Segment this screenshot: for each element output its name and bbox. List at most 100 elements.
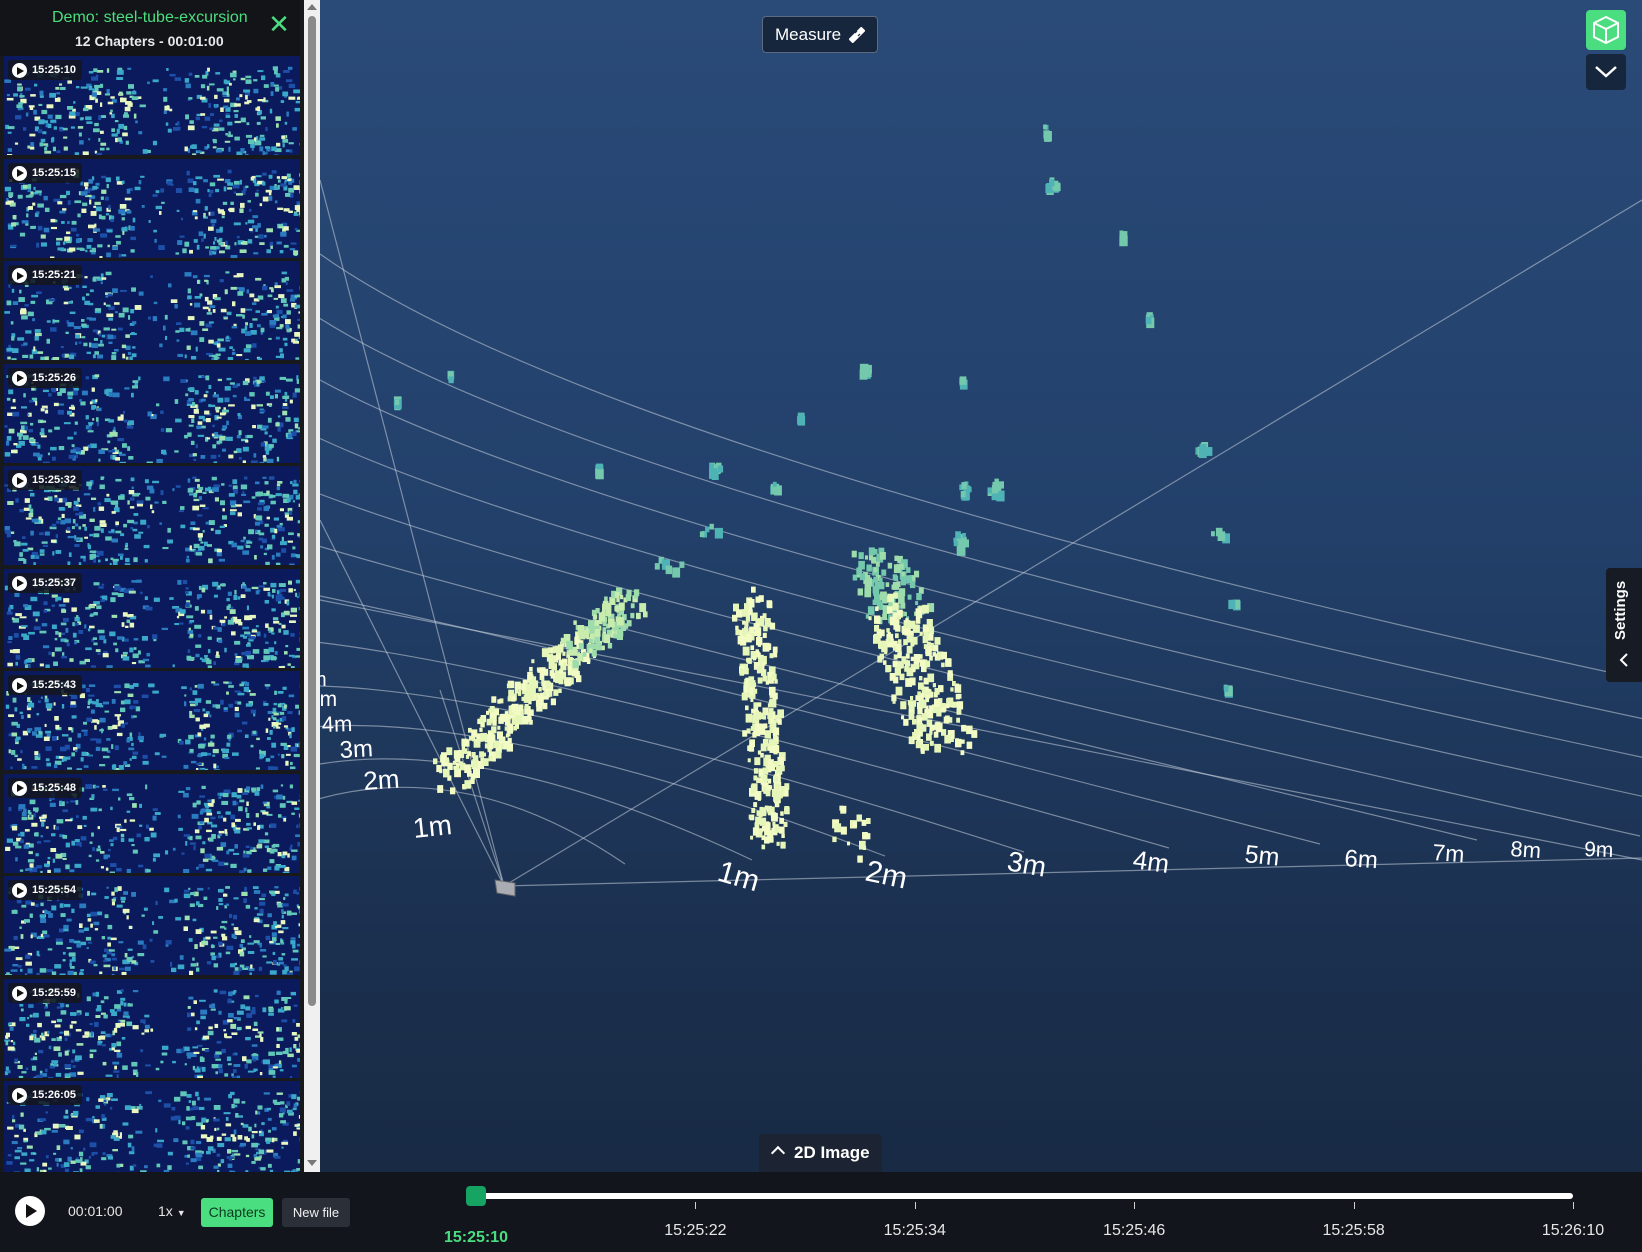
cloud-point	[639, 603, 647, 613]
speed-select[interactable]: 1x ▼	[158, 1203, 186, 1219]
cloud-point	[919, 631, 923, 636]
cloud-point	[905, 653, 910, 659]
scroll-down-arrow[interactable]	[307, 1160, 317, 1166]
chapter-item[interactable]: 15:25:26	[4, 363, 300, 463]
cloud-point	[753, 768, 759, 774]
measure-button[interactable]: Measure	[762, 16, 878, 53]
play-icon[interactable]	[12, 883, 27, 898]
cloud-point	[895, 686, 903, 696]
cloud-point	[498, 716, 504, 724]
cloud-point	[887, 606, 893, 614]
cloud-point	[961, 724, 967, 732]
cloud-point	[603, 634, 611, 644]
cloud-point	[394, 399, 400, 406]
cube-view-button[interactable]	[1586, 10, 1626, 50]
cloud-point	[959, 378, 964, 384]
settings-tab[interactable]: Settings	[1606, 568, 1642, 682]
timeline-tick	[1134, 1202, 1136, 1209]
cloud-point	[616, 597, 620, 603]
chevron-left-icon	[1619, 653, 1628, 667]
cloud-point	[582, 652, 587, 657]
cloud-point	[753, 802, 758, 808]
chapter-item[interactable]: 15:25:32	[4, 466, 300, 565]
play-icon[interactable]	[12, 678, 27, 693]
cloud-point	[960, 491, 966, 498]
cloud-point	[959, 539, 964, 546]
cloud-point	[967, 486, 972, 493]
chapter-item[interactable]: 15:25:15	[4, 158, 300, 258]
cloud-point	[543, 691, 547, 697]
chapter-item[interactable]: 15:25:37	[4, 568, 300, 668]
cloud-point	[903, 718, 909, 726]
chapter-item[interactable]: 15:25:21	[4, 261, 300, 360]
cloud-point	[757, 652, 761, 658]
cloud-point	[764, 730, 771, 739]
2d-image-label: 2D Image	[794, 1143, 870, 1162]
cloud-point	[757, 665, 763, 673]
cloud-point	[665, 565, 673, 575]
play-icon[interactable]	[15, 1196, 45, 1226]
cloud-point	[774, 736, 779, 741]
chapters-button[interactable]: Chapters	[201, 1198, 273, 1227]
timeline-track[interactable]	[476, 1193, 1573, 1199]
cloud-point	[1218, 531, 1225, 540]
cloud-point	[915, 664, 920, 670]
play-icon[interactable]	[12, 473, 27, 488]
cloud-point	[464, 764, 471, 773]
cloud-point	[481, 732, 487, 741]
expand-views-button[interactable]	[1586, 54, 1626, 90]
cloud-point	[558, 659, 563, 666]
scroll-thumb[interactable]	[308, 16, 316, 1006]
chapter-item[interactable]: 15:25:59	[4, 978, 300, 1078]
timeline-tick-label: 15:25:58	[1322, 1222, 1385, 1239]
play-icon[interactable]	[12, 268, 27, 283]
cloud-point	[538, 687, 542, 692]
chapter-item[interactable]: 15:25:43	[4, 671, 300, 770]
timeline-thumb[interactable]	[466, 1186, 486, 1206]
scroll-up-arrow[interactable]	[307, 4, 317, 10]
cloud-point	[586, 659, 591, 664]
play-icon[interactable]	[12, 1088, 27, 1103]
cloud-point	[924, 709, 928, 714]
chapter-item[interactable]: 15:25:48	[4, 773, 300, 873]
2d-image-toggle[interactable]: 2D Image	[759, 1134, 882, 1172]
cloud-point	[900, 578, 906, 586]
cloud-point	[772, 692, 778, 700]
close-icon[interactable]: ✕	[266, 11, 292, 38]
cloud-point	[889, 616, 897, 626]
point-cloud-viewport[interactable]: 1m2m3m4m5m6m7m8m9m1m2m3m4m5mm Measure Se…	[320, 0, 1642, 1172]
play-icon[interactable]	[12, 780, 27, 796]
chapter-item[interactable]: 15:25:10	[4, 56, 300, 155]
cloud-point	[952, 681, 956, 686]
cloud-point	[496, 731, 503, 740]
range-arc	[320, 599, 1642, 861]
play-icon[interactable]	[12, 985, 27, 1001]
cloud-point	[433, 758, 438, 765]
range-arc	[320, 379, 1642, 758]
play-icon[interactable]	[12, 370, 27, 386]
cloud-point	[473, 768, 480, 778]
play-icon[interactable]	[12, 63, 27, 78]
range-arc	[320, 519, 505, 887]
cloud-point	[513, 726, 517, 731]
cloud-point	[679, 561, 685, 568]
cloud-point	[909, 581, 916, 589]
cloud-point	[887, 637, 891, 643]
new-file-button[interactable]: New file	[282, 1198, 350, 1227]
play-icon[interactable]	[12, 575, 27, 591]
cloud-point	[463, 739, 470, 747]
cloud-point	[709, 523, 714, 530]
chapter-item[interactable]: 15:26:05	[4, 1081, 300, 1172]
cloud-point	[762, 642, 770, 652]
cloud-point	[934, 688, 940, 695]
cloud-point	[893, 624, 898, 630]
cloud-point	[471, 729, 478, 738]
sidebar-scrollbar[interactable]	[304, 0, 320, 1172]
cloud-point	[766, 805, 772, 813]
chapter-item[interactable]: 15:25:54	[4, 876, 300, 975]
cloud-point	[1043, 130, 1050, 139]
cloud-point	[577, 625, 584, 633]
play-icon[interactable]	[12, 165, 27, 181]
cloud-point	[869, 555, 873, 561]
cloud-point	[903, 659, 908, 665]
